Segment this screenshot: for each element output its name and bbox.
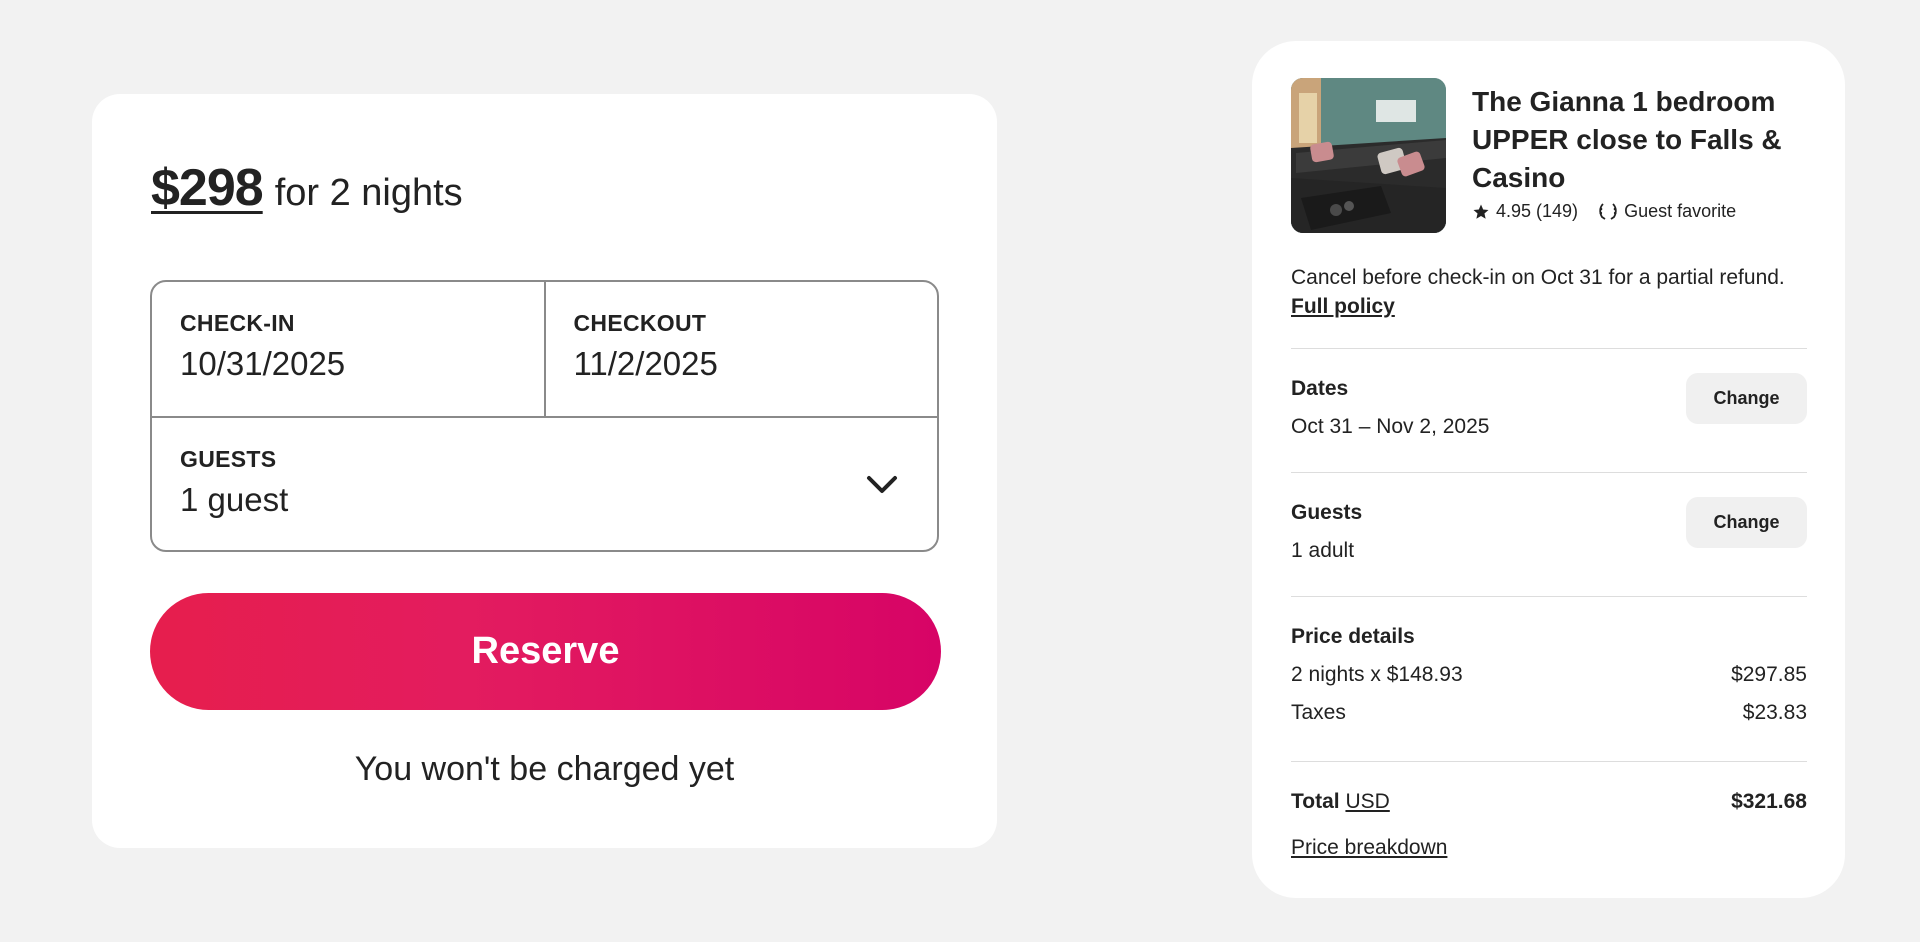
- total-section: Total USD $321.68 Price breakdown: [1291, 790, 1807, 860]
- line-item: 2 nights x $148.93 $297.85: [1291, 663, 1807, 687]
- divider: [1291, 596, 1807, 597]
- date-row: CHECK-IN 10/31/2025 CHECKOUT 11/2/2025: [152, 282, 937, 418]
- line-item-amount: $23.83: [1742, 701, 1807, 724]
- full-policy-link[interactable]: Full policy: [1291, 295, 1395, 318]
- cancellation-text: Cancel before check-in on Oct 31 for a p…: [1291, 266, 1785, 289]
- change-guests-button[interactable]: Change: [1686, 497, 1807, 548]
- date-guest-picker: CHECK-IN 10/31/2025 CHECKOUT 11/2/2025 G…: [150, 280, 939, 552]
- living-room-photo: [1291, 78, 1446, 233]
- checkin-label: CHECK-IN: [180, 310, 295, 336]
- rating: 4.95 (149): [1472, 201, 1578, 222]
- chevron-down-icon[interactable]: [865, 472, 899, 496]
- listing-info: The Gianna 1 bedroom UPPER close to Fall…: [1472, 78, 1807, 233]
- star-icon: [1473, 204, 1489, 219]
- divider: [1291, 348, 1807, 349]
- checkin-field[interactable]: CHECK-IN 10/31/2025: [152, 282, 544, 416]
- listing-header: The Gianna 1 bedroom UPPER close to Fall…: [1291, 78, 1807, 233]
- total-label-group: Total USD: [1291, 790, 1390, 814]
- charge-note: You won't be charged yet: [354, 750, 735, 788]
- booking-card: $298 for 2 nights CHECK-IN 10/31/2025 CH…: [92, 94, 997, 848]
- summary-card: The Gianna 1 bedroom UPPER close to Fall…: [1252, 41, 1845, 898]
- price-amount[interactable]: $298: [151, 158, 264, 218]
- badge-text: Guest favorite: [1624, 201, 1737, 221]
- divider: [1291, 472, 1807, 473]
- price-details-section: Price details 2 nights x $148.93 $297.85…: [1291, 625, 1807, 725]
- total-amount: $321.68: [1731, 790, 1807, 813]
- listing-meta: 4.95 (149) Guest favorite: [1472, 201, 1807, 222]
- price-details-title: Price details: [1291, 625, 1415, 648]
- price-breakdown-link[interactable]: Price breakdown: [1291, 836, 1447, 859]
- reserve-button[interactable]: Reserve: [150, 593, 941, 710]
- line-item-amount: $297.85: [1731, 663, 1807, 686]
- total-label: Total: [1291, 790, 1340, 813]
- price-suffix: for 2 nights: [274, 172, 463, 214]
- price-breakdown-wrap: Price breakdown: [1291, 836, 1807, 860]
- listing-thumbnail: [1291, 78, 1446, 233]
- rating-text: 4.95 (149): [1496, 201, 1579, 221]
- divider: [1291, 761, 1807, 762]
- checkout-value: 11/2/2025: [573, 345, 718, 382]
- laurel-icon: [1599, 202, 1617, 220]
- listing-title: The Gianna 1 bedroom UPPER close to Fall…: [1472, 86, 1782, 193]
- line-item-label: 2 nights x $148.93: [1291, 663, 1463, 686]
- guest-favorite-badge: Guest favorite: [1598, 201, 1736, 222]
- line-item-label: Taxes: [1291, 701, 1346, 724]
- checkout-field[interactable]: CHECKOUT 11/2/2025: [543, 282, 938, 416]
- checkin-value: 10/31/2025: [180, 345, 346, 382]
- total-row: Total USD $321.68: [1291, 790, 1807, 814]
- currency-link[interactable]: USD: [1345, 790, 1389, 813]
- price-line: $298 for 2 nights: [151, 158, 463, 218]
- dates-section: Dates Oct 31 – Nov 2, 2025 Change: [1291, 373, 1807, 439]
- guests-value: 1 guest: [180, 481, 289, 518]
- guests-label: GUESTS: [180, 446, 277, 472]
- change-dates-button[interactable]: Change: [1686, 373, 1807, 424]
- checkout-label: CHECKOUT: [573, 310, 707, 336]
- guests-field[interactable]: GUESTS 1 guest: [152, 418, 937, 550]
- line-item: Taxes $23.83: [1291, 701, 1807, 725]
- guests-section: Guests 1 adult Change: [1291, 497, 1807, 563]
- cancellation-note: Cancel before check-in on Oct 31 for a p…: [1291, 263, 1791, 321]
